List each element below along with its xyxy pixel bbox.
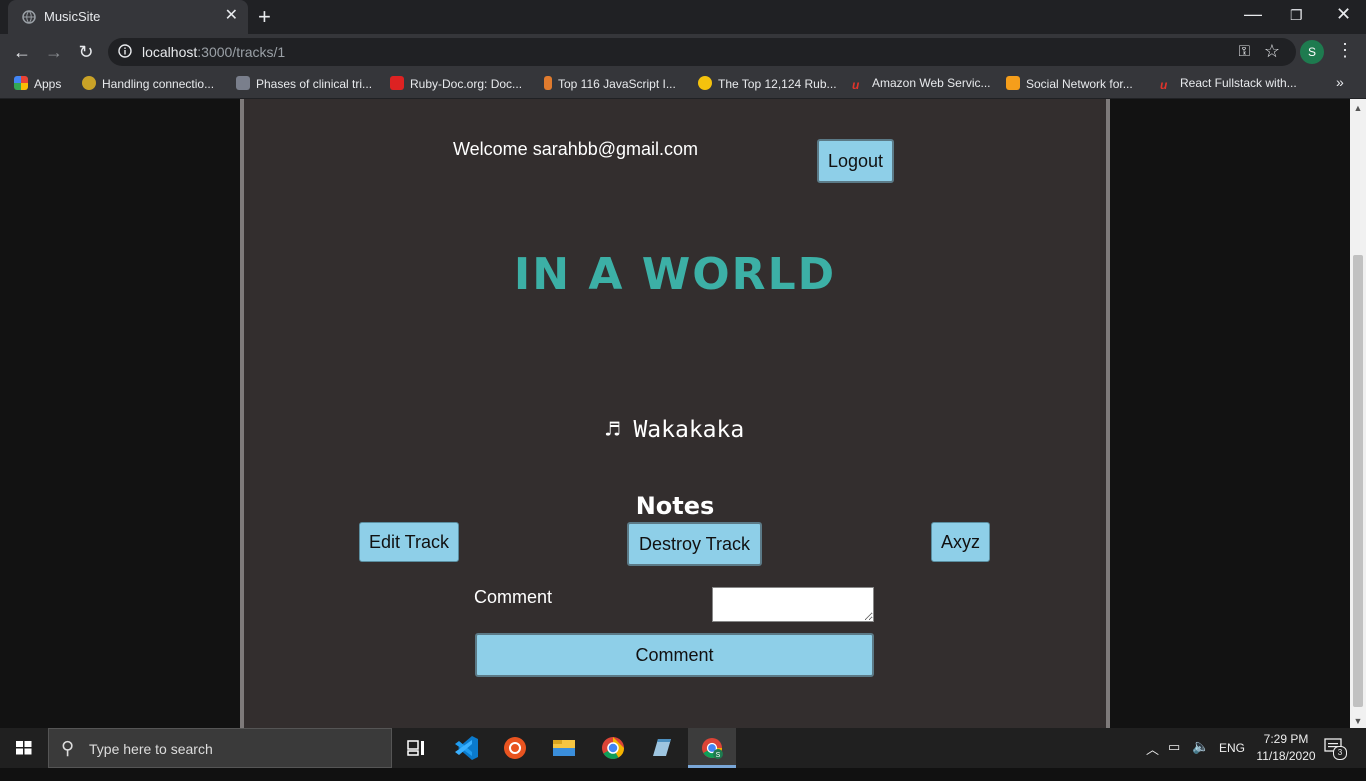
notepad-icon[interactable] <box>638 728 686 768</box>
udemy-icon: u <box>852 78 860 92</box>
vscode-icon[interactable] <box>442 728 490 768</box>
scroll-down-icon[interactable]: ▼ <box>1350 716 1366 726</box>
destroy-track-button[interactable]: Destroy Track <box>627 522 762 566</box>
bookmark-favicon-icon <box>82 76 96 90</box>
notification-count-badge: 3 <box>1333 746 1347 760</box>
back-icon[interactable]: ← <box>10 40 34 64</box>
notification-center[interactable]: 3 <box>1324 738 1347 760</box>
chrome-profile-icon: S <box>702 738 723 759</box>
taskbar-search-placeholder: Type here to search <box>89 741 213 757</box>
taskbar-clock[interactable]: 7:29 PM 11/18/2020 <box>1246 731 1326 765</box>
tab-title: MusicSite <box>44 9 101 24</box>
scroll-up-icon[interactable]: ▲ <box>1350 103 1366 113</box>
bookmark-star-icon[interactable]: ☆ <box>1264 41 1280 62</box>
profile-avatar[interactable]: S <box>1300 40 1324 64</box>
bookmark-favicon-icon <box>236 76 250 90</box>
battery-icon[interactable]: ▭ <box>1168 739 1180 779</box>
comment-label: Comment <box>474 587 553 607</box>
svg-text:S: S <box>716 752 721 759</box>
close-window-icon[interactable]: ✕ <box>1336 4 1351 25</box>
browser-toolbar: ← → ↻ localhost:3000/tracks/1 ⚿ ☆ S ⋮ <box>0 34 1366 70</box>
notes-heading: Notes <box>635 492 715 520</box>
bookmark-8[interactable]: u React Fullstack with... <box>1160 76 1297 92</box>
ubuntu-icon[interactable] <box>491 728 539 768</box>
reload-icon[interactable]: ↻ <box>74 40 98 64</box>
minimize-icon[interactable]: — <box>1244 4 1262 25</box>
volume-icon[interactable]: 🔈 <box>1192 738 1209 778</box>
file-explorer-icon[interactable] <box>540 728 588 768</box>
url-path: :3000/tracks/1 <box>197 44 286 60</box>
apps-grid-icon <box>14 76 28 90</box>
ruby-icon <box>390 76 404 90</box>
bookmarks-bar: Apps Handling connectio... Phases of cli… <box>0 70 1366 99</box>
chrome-icon[interactable] <box>589 728 637 768</box>
scrollbar-thumb[interactable] <box>1353 255 1363 707</box>
bookmark-1[interactable]: Handling connectio... <box>82 76 214 91</box>
info-icon[interactable] <box>118 44 132 58</box>
task-view-icon[interactable] <box>392 728 440 768</box>
page-title: IN A WORLD <box>513 249 837 300</box>
comment-textarea[interactable] <box>712 587 874 622</box>
bookmark-4[interactable]: Top 116 JavaScript I... <box>544 76 676 91</box>
bookmark-favicon-icon <box>1006 76 1020 90</box>
bookmark-7[interactable]: Social Network for... <box>1006 76 1133 91</box>
page-scrollbar[interactable]: ▲ ▼ <box>1350 99 1366 728</box>
bookmark-6[interactable]: u Amazon Web Servic... <box>852 76 991 92</box>
chrome-profile-app[interactable]: S <box>688 728 736 768</box>
bookmarks-overflow-icon[interactable]: » <box>1336 74 1344 90</box>
url-text[interactable]: localhost:3000/tracks/1 <box>142 44 285 60</box>
bookmark-apps[interactable]: Apps <box>14 76 61 91</box>
restore-icon[interactable]: ❐ <box>1290 7 1303 24</box>
track-page: Welcome sarahbb@gmail.com Logout IN A WO… <box>240 99 1110 728</box>
forward-icon[interactable]: → <box>42 40 66 64</box>
edit-track-button[interactable]: Edit Track <box>359 522 459 562</box>
track-name: ♬ Wakakaka <box>605 417 745 443</box>
logout-button[interactable]: Logout <box>817 139 894 183</box>
tab-bar: MusicSite ✕ + — ❐ ✕ <box>0 0 1366 34</box>
show-hidden-icons-icon[interactable]: ︿ <box>1146 739 1159 779</box>
taskbar-search[interactable]: ⚲ Type here to search <box>48 728 392 768</box>
windows-start-icon[interactable] <box>0 728 48 768</box>
more-menu-icon[interactable]: ⋮ <box>1336 40 1354 61</box>
emoji-icon <box>698 76 712 90</box>
globe-icon <box>22 10 36 24</box>
axyz-button[interactable]: Axyz <box>931 522 990 562</box>
language-indicator[interactable]: ENG <box>1219 741 1245 781</box>
udemy-icon: u <box>1160 78 1168 92</box>
bookmark-5[interactable]: The Top 12,124 Rub... <box>698 76 837 91</box>
windows-taskbar: ⚲ Type here to search S ︿ ▭ 🔈 ENG 7:29 P… <box>0 728 1366 768</box>
close-tab-icon[interactable]: ✕ <box>225 7 238 25</box>
page-viewport: Welcome sarahbb@gmail.com Logout IN A WO… <box>0 99 1350 728</box>
tab-musicsite[interactable]: MusicSite ✕ <box>8 0 248 34</box>
key-icon[interactable]: ⚿ <box>1239 43 1250 60</box>
comment-submit-button[interactable]: Comment <box>475 633 874 677</box>
search-icon: ⚲ <box>61 738 75 758</box>
bookmark-favicon-icon <box>544 76 552 90</box>
new-tab-button[interactable]: + <box>258 4 271 30</box>
url-host: localhost <box>142 44 198 60</box>
bookmark-3[interactable]: Ruby-Doc.org: Doc... <box>390 76 522 91</box>
bookmark-2[interactable]: Phases of clinical tri... <box>236 76 372 91</box>
address-bar[interactable]: localhost:3000/tracks/1 ⚿ ☆ <box>108 38 1296 66</box>
clock-time: 7:29 PM <box>1263 732 1309 746</box>
welcome-text: Welcome sarahbb@gmail.com <box>453 139 699 159</box>
clock-date: 11/18/2020 <box>1256 749 1316 763</box>
